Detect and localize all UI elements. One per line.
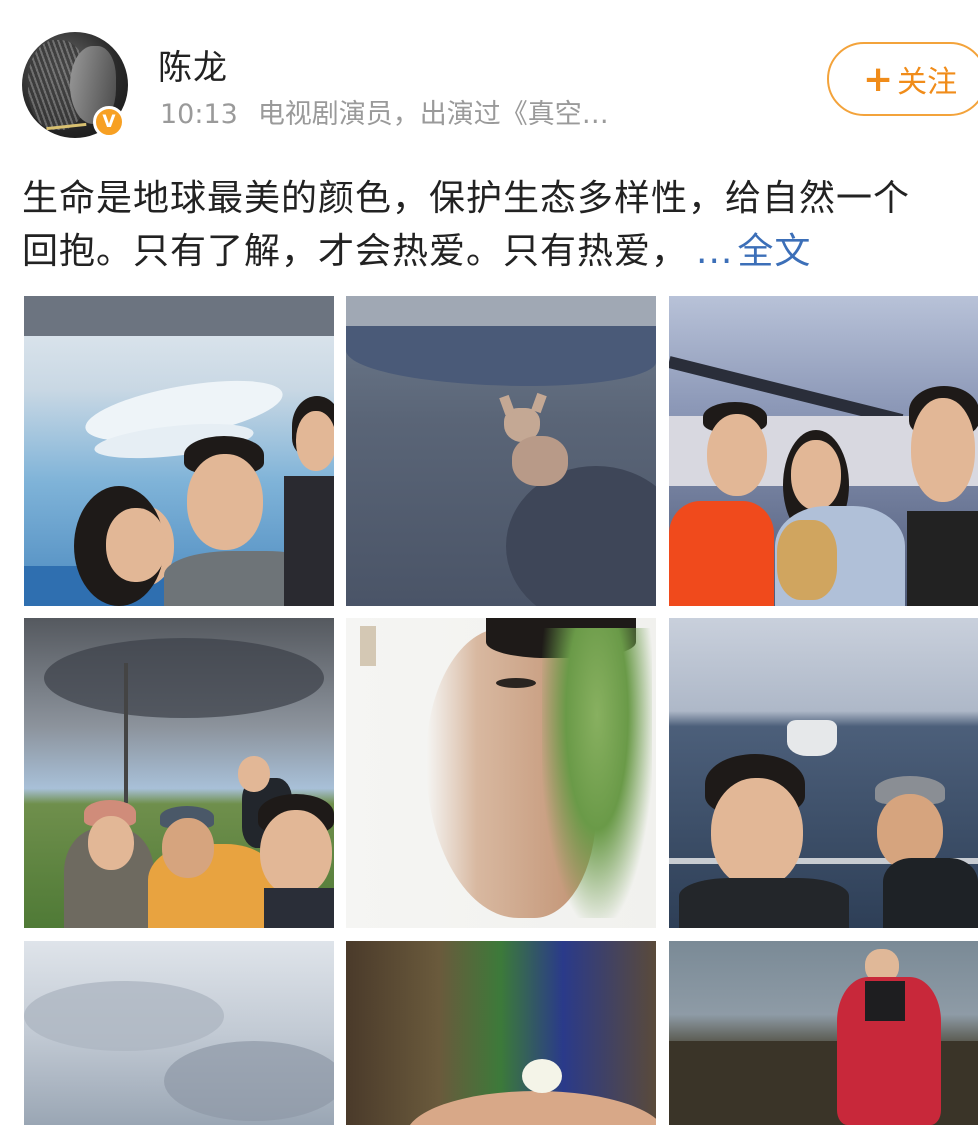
follow-label: 关注 <box>897 65 958 100</box>
fox-photo[interactable] <box>346 296 656 606</box>
expand-full-text-link[interactable]: 全文 <box>737 231 811 272</box>
sea-boat-selfie-photo[interactable] <box>669 618 978 928</box>
post-meta: 10:13 电视剧演员，出演过《真空… <box>160 92 609 131</box>
post-text-line-2-text: 回抱。只有了解，才会热爱。只有热爱， <box>22 231 689 272</box>
post-content: 生命是地球最美的颜色，保护生态多样性，给自然一个 回抱。只有了解，才会热爱。只有… <box>22 172 978 278</box>
username[interactable]: 陈龙 <box>158 40 228 89</box>
follow-button[interactable]: + 关注 <box>827 42 978 116</box>
user-description: 电视剧演员，出演过《真空… <box>257 99 609 130</box>
plus-icon: + <box>863 58 894 100</box>
verified-icon: V <box>93 106 125 138</box>
red-coat-photo[interactable] <box>669 941 978 1125</box>
face-art-photo[interactable] <box>346 618 656 928</box>
cloudy-sky-photo[interactable] <box>24 941 334 1125</box>
bridge-selfie-photo[interactable] <box>669 296 978 606</box>
grassland-group-photo[interactable] <box>24 618 334 928</box>
post-text-line-2: 回抱。只有了解，才会热爱。只有热爱，... 全文 <box>22 225 978 278</box>
weibo-post: V 陈龙 10:13 电视剧演员，出演过《真空… + 关注 生命是地球最美的颜色，… <box>0 0 978 1125</box>
post-text-line-1: 生命是地球最美的颜色，保护生态多样性，给自然一个 <box>22 178 911 219</box>
aquarium-selfie-photo[interactable] <box>24 296 334 606</box>
flower-hand-photo[interactable] <box>346 941 656 1125</box>
ellipsis: ... <box>696 231 734 272</box>
post-time: 10:13 <box>160 99 238 130</box>
